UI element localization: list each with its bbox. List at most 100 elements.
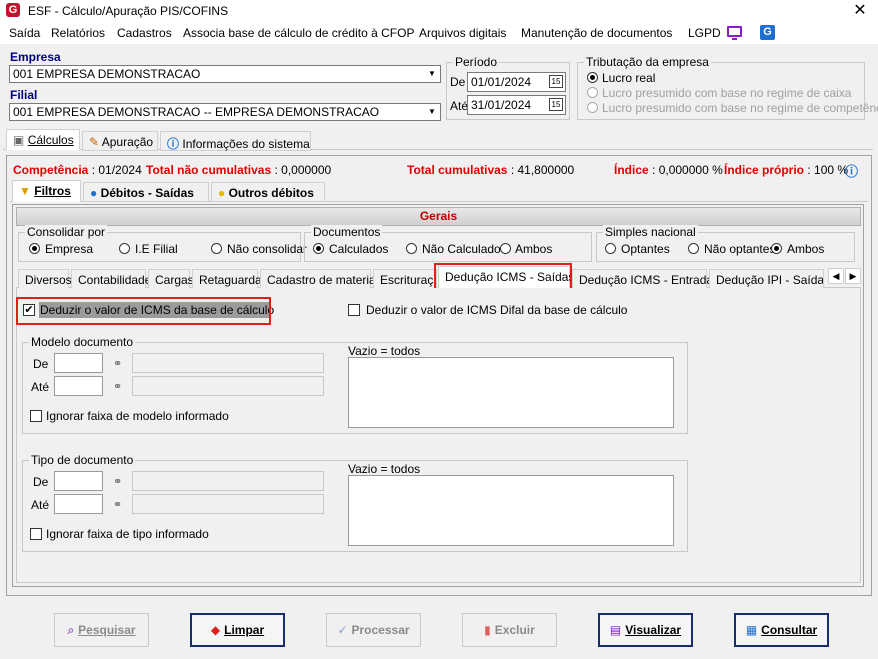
documentos-ambos-radio[interactable] [500, 243, 511, 254]
processar-button[interactable]: ✓ Processar [326, 613, 421, 647]
menu-bar: Saída Relatórios Cadastros Associa base … [0, 22, 878, 44]
calendar-icon[interactable]: 15 [549, 75, 563, 88]
tab-label: Cadastro de materiais [267, 273, 385, 287]
modelo-ate-input[interactable] [54, 376, 103, 396]
tipo-ate-input[interactable] [54, 494, 103, 514]
tributacao-option-label: Lucro presumido com base no regime de co… [602, 101, 878, 115]
menu-manutencao-documentos[interactable]: Manutenção de documentos [521, 26, 672, 40]
pesquisar-button[interactable]: ⌕ Pesquisar [54, 613, 149, 647]
menu-associa-base[interactable]: Associa base de cálculo de crédito à CFO… [183, 26, 414, 40]
trash-icon: ▮ [484, 623, 491, 637]
periodo-de-label: De [450, 75, 466, 89]
documentos-calculados-radio[interactable] [313, 243, 324, 254]
radio-label: Empresa [45, 242, 94, 256]
simples-optantes-radio[interactable] [605, 243, 616, 254]
tab-deducao-icms-entradas[interactable]: Dedução ICMS - Entradas [572, 269, 719, 289]
indice-proprio-summary: Índice próprio : 100 % [724, 163, 848, 177]
tab-label: Escrituração [380, 273, 436, 287]
tab-informacoes[interactable]: ⓘ Informações do sistema [160, 131, 311, 151]
indice-value: : 0,000000 % [652, 163, 723, 177]
monitor-icon[interactable] [727, 26, 742, 40]
tab-label: Outros débitos [228, 186, 314, 200]
documentos-nao-calculados-radio[interactable] [406, 243, 417, 254]
competencia-value: : 01/2024 [91, 163, 142, 177]
tab-deducao-ipi-saidas[interactable]: Dedução IPI - Saídas [709, 269, 824, 289]
bullet-blue-icon: ● [90, 186, 98, 200]
empresa-select[interactable]: 001 EMPRESA DEMONSTRACAO ▼ [9, 65, 441, 83]
ignorar-modelo-checkbox[interactable] [30, 410, 42, 422]
modelo-de-description [132, 353, 324, 373]
info-icon: ⓘ [167, 137, 180, 151]
eraser-icon: ◆ [210, 623, 221, 637]
tab-label: Contabilidade [78, 273, 152, 287]
menu-saida[interactable]: Saída [9, 26, 40, 40]
tab-label: Filtros [34, 184, 71, 198]
periodo-de-value: 01/01/2024 [471, 75, 532, 89]
excluir-button[interactable]: ▮ Excluir [462, 613, 557, 647]
chevron-down-icon[interactable]: ▼ [424, 104, 440, 120]
modelo-vazio-label: Vazio = todos [348, 344, 421, 358]
tab-label: Retaguarda [199, 273, 262, 287]
tab-filtros[interactable]: ▼ Filtros [12, 180, 81, 202]
menu-arquivos-digitais[interactable]: Arquivos digitais [419, 26, 506, 40]
menu-lgpd[interactable]: LGPD [688, 26, 721, 40]
tab-apuracao[interactable]: ✎ Apuração [82, 131, 158, 151]
tab-diversos[interactable]: Diversos [18, 269, 72, 289]
close-button[interactable]: ✕ [850, 1, 870, 21]
modelo-de-input[interactable] [54, 353, 103, 373]
tipo-vazio-label: Vazio = todos [348, 462, 421, 476]
menu-relatorios[interactable]: Relatórios [51, 26, 105, 40]
visualizar-button[interactable]: ▤ Visualizar [598, 613, 693, 647]
consultar-button[interactable]: ▦ Consultar [734, 613, 829, 647]
total-nc-summary: Total não cumulativas : 0,000000 [146, 163, 331, 177]
tab-label: Cálculos [27, 133, 74, 147]
consolidar-ie-filial-radio[interactable] [119, 243, 130, 254]
binoculars-icon[interactable]: ⚭ [113, 498, 122, 511]
ignorar-tipo-checkbox[interactable] [30, 528, 42, 540]
binoculars-icon[interactable]: ⚭ [113, 357, 122, 370]
filial-select[interactable]: 001 EMPRESA DEMONSTRACAO -- EMPRESA DEMO… [9, 103, 441, 121]
tab-escrituracao[interactable]: Escrituração [373, 269, 437, 289]
button-label: Pesquisar [78, 623, 136, 637]
tab-outros-debitos[interactable]: ● Outros débitos [211, 182, 325, 202]
menu-cadastros[interactable]: Cadastros [117, 26, 172, 40]
g-logo-icon[interactable]: G [760, 25, 775, 40]
highlight-checkbox-box [16, 297, 271, 325]
calendar-icon[interactable]: 15 [549, 98, 563, 111]
tab-scroll-right-icon[interactable]: ▶ [845, 268, 861, 284]
binoculars-icon[interactable]: ⚭ [113, 380, 122, 393]
tab-calculos[interactable]: ▣ Cálculos [6, 129, 80, 150]
tributacao-option-label: Lucro presumido com base no regime de ca… [602, 86, 852, 100]
radio-label: Ambos [787, 242, 825, 256]
tipo-de-input[interactable] [54, 471, 103, 491]
chevron-down-icon[interactable]: ▼ [424, 66, 440, 82]
modelo-list[interactable] [348, 357, 674, 428]
tributacao-presumido-competencia-radio[interactable] [587, 102, 598, 113]
simples-nao-optantes-radio[interactable] [688, 243, 699, 254]
competencia-label: Competência [13, 163, 89, 177]
consolidar-empresa-radio[interactable] [29, 243, 40, 254]
tributacao-presumido-caixa-radio[interactable] [587, 87, 598, 98]
tab-retaguarda[interactable]: Retaguarda [192, 269, 262, 289]
button-label: Processar [351, 623, 410, 637]
tab-cadastro-materiais[interactable]: Cadastro de materiais [260, 269, 384, 289]
radio-label: Calculados [329, 242, 389, 256]
tab-scroll-left-icon[interactable]: ◀ [828, 268, 844, 284]
tab-debitos-saidas[interactable]: ● Débitos - Saídas [83, 182, 209, 202]
binoculars-icon[interactable]: ⚭ [113, 475, 122, 488]
total-c-label: Total cumulativas [407, 163, 508, 177]
simples-ambos-radio[interactable] [771, 243, 782, 254]
tipo-ate-label: Até [31, 498, 50, 512]
consolidar-nao-radio[interactable] [211, 243, 222, 254]
deduzir-difal-checkbox[interactable] [348, 304, 360, 316]
ignorar-tipo-label: Ignorar faixa de tipo informado [46, 527, 209, 541]
tab-cargas[interactable]: Cargas [148, 269, 194, 289]
indice-label: Índice [614, 163, 649, 177]
tab-contabilidade[interactable]: Contabilidade [71, 269, 151, 289]
filial-value: 001 EMPRESA DEMONSTRACAO -- EMPRESA DEMO… [13, 105, 380, 119]
tributacao-lucro-real-radio[interactable] [587, 72, 598, 83]
tipo-list[interactable] [348, 475, 674, 546]
modelo-de-label: De [33, 357, 49, 371]
info-icon[interactable]: ⓘ [845, 161, 858, 180]
limpar-button[interactable]: ◆ Limpar [190, 613, 285, 647]
